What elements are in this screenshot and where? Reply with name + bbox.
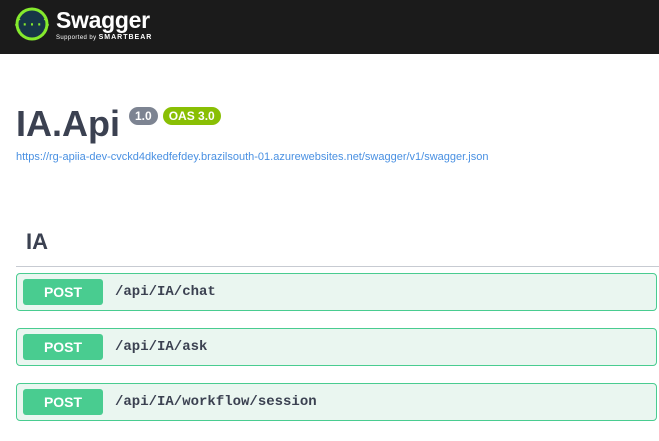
operation-post-ask[interactable]: POST /api/IA/ask	[16, 328, 657, 366]
api-title: IA.Api	[16, 103, 120, 144]
method-badge: POST	[23, 389, 103, 415]
version-badge: 1.0	[129, 107, 158, 125]
topbar: {···} Swagger Supported by SMARTBEAR	[0, 0, 659, 54]
tag-section-ia[interactable]: IA	[16, 214, 659, 267]
tag-name: IA	[26, 229, 48, 254]
svg-text:{···}: {···}	[15, 18, 49, 32]
logo-supported-by: Supported by SMARTBEAR	[56, 34, 152, 41]
operation-post-workflow-session[interactable]: POST /api/IA/workflow/session	[16, 383, 657, 421]
operation-post-chat[interactable]: POST /api/IA/chat	[16, 273, 657, 311]
logo-title: Swagger	[56, 6, 150, 33]
operation-path: /api/IA/ask	[115, 339, 208, 355]
swagger-logo-link[interactable]: {···} Swagger Supported by SMARTBEAR	[15, 7, 152, 41]
smartbear-brand: SMARTBEAR	[98, 33, 153, 41]
api-info: IA.Api 1.0 OAS 3.0	[16, 104, 221, 144]
supported-by-text: Supported by	[56, 34, 97, 41]
oas-badge: OAS 3.0	[162, 107, 221, 125]
swagger-logo-icon: {···}	[15, 7, 49, 41]
main-content: IA.Api 1.0 OAS 3.0 https://rg-apiia-dev-…	[0, 54, 659, 441]
spec-url-link[interactable]: https://rg-apiia-dev-cvckd4dkedfefdey.br…	[16, 151, 488, 163]
method-badge: POST	[23, 334, 103, 360]
operation-path: /api/IA/chat	[115, 284, 216, 300]
method-badge: POST	[23, 279, 103, 305]
operation-path: /api/IA/workflow/session	[115, 394, 317, 410]
